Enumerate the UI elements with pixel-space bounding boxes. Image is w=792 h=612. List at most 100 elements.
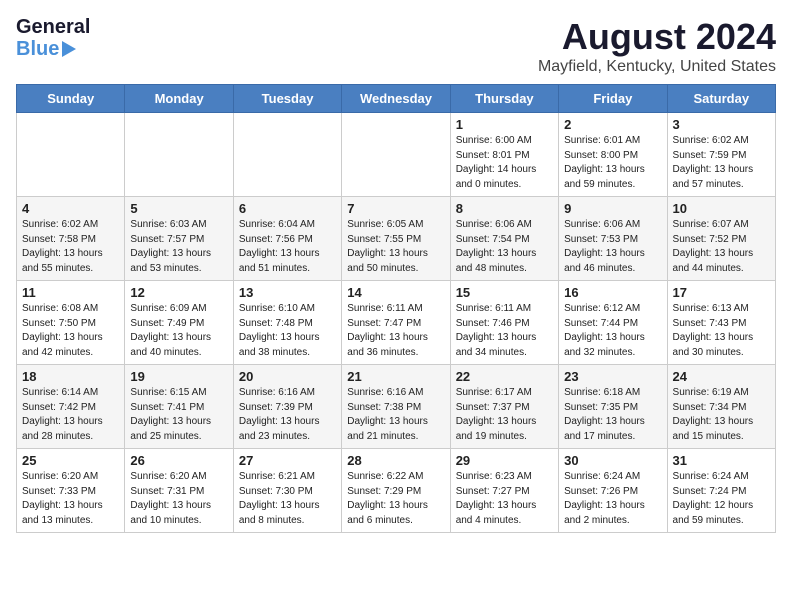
calendar-week-row: 1 Sunrise: 6:00 AMSunset: 8:01 PMDaylight…: [17, 113, 776, 197]
calendar-cell: 19Sunrise: 6:15 AMSunset: 7:41 PMDayligh…: [125, 365, 233, 449]
day-info: Sunrise: 6:16 AMSunset: 7:39 PMDaylight:…: [239, 386, 336, 444]
calendar-cell: 21 Sunrise: 6:16 AMSunset: 7:38 PMDayligh…: [342, 365, 450, 449]
calendar-cell: 16 Sunrise: 6:12 AMSunset: 7:44 PMDayligh…: [559, 281, 667, 365]
day-number: 1: [456, 117, 553, 132]
calendar-cell: 14Sunrise: 6:11 AMSunset: 7:47 PMDayligh…: [342, 281, 450, 365]
calendar-week-row: 11 Sunrise: 6:08 AMSunset: 7:50 PMDayligh…: [17, 281, 776, 365]
day-number: 26: [130, 453, 227, 468]
day-info: Sunrise: 6:17 AMSunset: 7:37 PMDaylight:…: [456, 386, 553, 444]
day-info: Sunrise: 6:06 AMSunset: 7:53 PMDaylight:…: [564, 218, 661, 276]
calendar-cell: 9 Sunrise: 6:06 AMSunset: 7:53 PMDaylight…: [559, 197, 667, 281]
day-number: 13: [239, 285, 336, 300]
weekday-header-sunday: Sunday: [17, 85, 125, 113]
day-info: Sunrise: 6:02 AMSunset: 7:59 PMDaylight:…: [673, 134, 770, 192]
day-number: 25: [22, 453, 119, 468]
day-number: 23: [564, 369, 661, 384]
logo: General Blue: [16, 16, 90, 60]
day-info: Sunrise: 6:08 AMSunset: 7:50 PMDaylight:…: [22, 302, 119, 360]
day-number: 7: [347, 201, 444, 216]
day-info: Sunrise: 6:22 AMSunset: 7:29 PMDaylight:…: [347, 470, 444, 528]
day-number: 24: [673, 369, 770, 384]
day-number: 17: [673, 285, 770, 300]
day-number: 10: [673, 201, 770, 216]
day-number: 3: [673, 117, 770, 132]
calendar-cell: 18 Sunrise: 6:14 AMSunset: 7:42 PMDayligh…: [17, 365, 125, 449]
day-number: 18: [22, 369, 119, 384]
day-number: 31: [673, 453, 770, 468]
calendar-cell: 30 Sunrise: 6:24 AMSunset: 7:26 PMDayligh…: [559, 449, 667, 533]
calendar-cell: 6Sunrise: 6:04 AMSunset: 7:56 PMDaylight…: [233, 197, 341, 281]
calendar-cell: 12Sunrise: 6:09 AMSunset: 7:49 PMDayligh…: [125, 281, 233, 365]
day-info: Sunrise: 6:11 AMSunset: 7:46 PMDaylight:…: [456, 302, 553, 360]
day-number: 12: [130, 285, 227, 300]
calendar-table: SundayMondayTuesdayWednesdayThursdayFrid…: [16, 84, 776, 533]
logo-arrow-icon: [62, 41, 76, 57]
subtitle: Mayfield, Kentucky, United States: [538, 58, 776, 76]
day-info: Sunrise: 6:12 AMSunset: 7:44 PMDaylight:…: [564, 302, 661, 360]
logo-general: General: [16, 16, 90, 38]
calendar-cell: 27 Sunrise: 6:21 AMSunset: 7:30 PMDayligh…: [233, 449, 341, 533]
day-info: Sunrise: 6:06 AMSunset: 7:54 PMDaylight:…: [456, 218, 553, 276]
calendar-cell: 31 Sunrise: 6:24 AMSunset: 7:24 PMDayligh…: [667, 449, 775, 533]
weekday-header-monday: Monday: [125, 85, 233, 113]
day-number: 16: [564, 285, 661, 300]
logo-blue: Blue: [16, 38, 59, 60]
day-number: 5: [130, 201, 227, 216]
calendar-cell: 26 Sunrise: 6:20 AMSunset: 7:31 PMDayligh…: [125, 449, 233, 533]
day-info: Sunrise: 6:19 AMSunset: 7:34 PMDaylight:…: [673, 386, 770, 444]
weekday-header-tuesday: Tuesday: [233, 85, 341, 113]
calendar-week-row: 4Sunrise: 6:02 AMSunset: 7:58 PMDaylight…: [17, 197, 776, 281]
day-info: Sunrise: 6:07 AMSunset: 7:52 PMDaylight:…: [673, 218, 770, 276]
day-number: 22: [456, 369, 553, 384]
calendar-week-row: 18 Sunrise: 6:14 AMSunset: 7:42 PMDayligh…: [17, 365, 776, 449]
day-number: 21: [347, 369, 444, 384]
day-info: Sunrise: 6:21 AMSunset: 7:30 PMDaylight:…: [239, 470, 336, 528]
calendar-cell: 17 Sunrise: 6:13 AMSunset: 7:43 PMDayligh…: [667, 281, 775, 365]
calendar-cell: 24 Sunrise: 6:19 AMSunset: 7:34 PMDayligh…: [667, 365, 775, 449]
day-number: 30: [564, 453, 661, 468]
day-number: 14: [347, 285, 444, 300]
calendar-cell: 11 Sunrise: 6:08 AMSunset: 7:50 PMDayligh…: [17, 281, 125, 365]
calendar-cell: 8Sunrise: 6:06 AMSunset: 7:54 PMDaylight…: [450, 197, 558, 281]
day-info: Sunrise: 6:01 AMSunset: 8:00 PMDaylight:…: [564, 134, 661, 192]
day-info: Sunrise: 6:15 AMSunset: 7:41 PMDaylight:…: [130, 386, 227, 444]
weekday-header-row: SundayMondayTuesdayWednesdayThursdayFrid…: [17, 85, 776, 113]
day-number: 27: [239, 453, 336, 468]
title-block: August 2024 Mayfield, Kentucky, United S…: [538, 16, 776, 76]
calendar-cell: [125, 113, 233, 197]
day-info: Sunrise: 6:18 AMSunset: 7:35 PMDaylight:…: [564, 386, 661, 444]
calendar-cell: 10 Sunrise: 6:07 AMSunset: 7:52 PMDayligh…: [667, 197, 775, 281]
calendar-cell: 13 Sunrise: 6:10 AMSunset: 7:48 PMDayligh…: [233, 281, 341, 365]
day-info: Sunrise: 6:13 AMSunset: 7:43 PMDaylight:…: [673, 302, 770, 360]
weekday-header-wednesday: Wednesday: [342, 85, 450, 113]
calendar-cell: 7 Sunrise: 6:05 AMSunset: 7:55 PMDaylight…: [342, 197, 450, 281]
day-info: Sunrise: 6:24 AMSunset: 7:24 PMDaylight:…: [673, 470, 770, 528]
day-info: Sunrise: 6:00 AMSunset: 8:01 PMDaylight:…: [456, 134, 553, 192]
calendar-cell: 3 Sunrise: 6:02 AMSunset: 7:59 PMDaylight…: [667, 113, 775, 197]
day-number: 2: [564, 117, 661, 132]
calendar-week-row: 25Sunrise: 6:20 AMSunset: 7:33 PMDayligh…: [17, 449, 776, 533]
main-title: August 2024: [538, 16, 776, 58]
day-info: Sunrise: 6:14 AMSunset: 7:42 PMDaylight:…: [22, 386, 119, 444]
calendar-cell: 20Sunrise: 6:16 AMSunset: 7:39 PMDayligh…: [233, 365, 341, 449]
calendar-cell: 2 Sunrise: 6:01 AMSunset: 8:00 PMDaylight…: [559, 113, 667, 197]
day-number: 9: [564, 201, 661, 216]
day-info: Sunrise: 6:04 AMSunset: 7:56 PMDaylight:…: [239, 218, 336, 276]
day-info: Sunrise: 6:20 AMSunset: 7:31 PMDaylight:…: [130, 470, 227, 528]
calendar-cell: 4Sunrise: 6:02 AMSunset: 7:58 PMDaylight…: [17, 197, 125, 281]
day-info: Sunrise: 6:05 AMSunset: 7:55 PMDaylight:…: [347, 218, 444, 276]
day-number: 29: [456, 453, 553, 468]
day-info: Sunrise: 6:24 AMSunset: 7:26 PMDaylight:…: [564, 470, 661, 528]
calendar-cell: 25Sunrise: 6:20 AMSunset: 7:33 PMDayligh…: [17, 449, 125, 533]
day-number: 11: [22, 285, 119, 300]
calendar-cell: 5 Sunrise: 6:03 AMSunset: 7:57 PMDaylight…: [125, 197, 233, 281]
calendar-cell: 15Sunrise: 6:11 AMSunset: 7:46 PMDayligh…: [450, 281, 558, 365]
weekday-header-friday: Friday: [559, 85, 667, 113]
calendar-cell: 29Sunrise: 6:23 AMSunset: 7:27 PMDayligh…: [450, 449, 558, 533]
calendar-cell: [342, 113, 450, 197]
day-info: Sunrise: 6:16 AMSunset: 7:38 PMDaylight:…: [347, 386, 444, 444]
day-info: Sunrise: 6:03 AMSunset: 7:57 PMDaylight:…: [130, 218, 227, 276]
page-header: General Blue August 2024 Mayfield, Kentu…: [16, 16, 776, 76]
day-info: Sunrise: 6:10 AMSunset: 7:48 PMDaylight:…: [239, 302, 336, 360]
calendar-cell: 22 Sunrise: 6:17 AMSunset: 7:37 PMDayligh…: [450, 365, 558, 449]
